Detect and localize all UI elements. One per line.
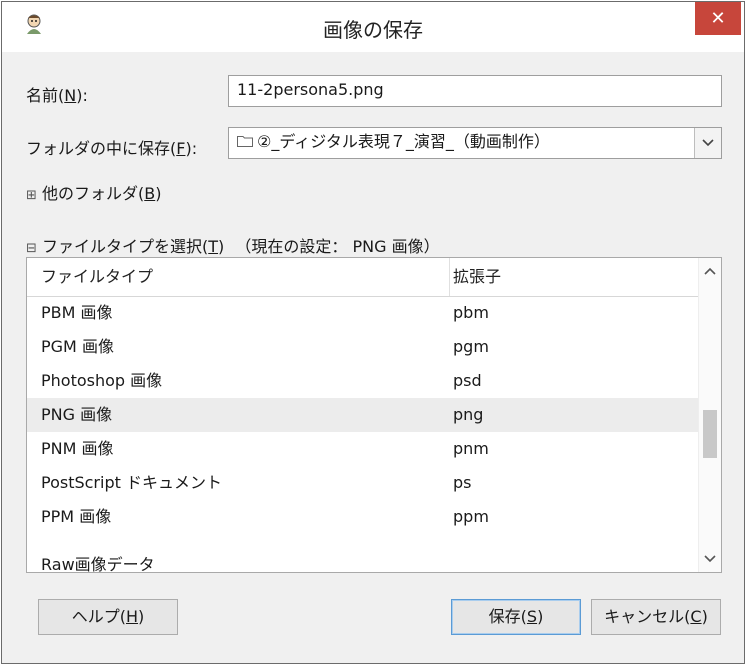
- column-divider: [449, 258, 450, 296]
- save-folder-value: ②_ディジタル表現７_演習_（動画制作）: [257, 132, 550, 151]
- collapse-icon: ⊟: [26, 241, 37, 256]
- file-type-list[interactable]: ファイルタイプ 拡張子 PBM 画像 pbm PGM 画像 pgm Photosho…: [26, 257, 722, 573]
- help-button[interactable]: ヘルプ(H): [38, 599, 178, 635]
- save-image-dialog: 画像の保存 ✕ 名前(N): 11-2persona5.png フォルダの中に保…: [1, 1, 745, 664]
- list-item[interactable]: Photoshop 画像 psd: [27, 364, 699, 398]
- save-folder-label: フォルダの中に保存(F):: [26, 139, 198, 158]
- name-label: 名前(N):: [26, 86, 88, 105]
- list-item[interactable]: PostScript ドキュメント ps: [27, 466, 699, 500]
- column-header-extension[interactable]: 拡張子: [453, 258, 501, 296]
- list-item[interactable]: PGM 画像 pgm: [27, 330, 699, 364]
- column-header-file-type[interactable]: ファイルタイプ: [41, 258, 153, 296]
- cancel-button[interactable]: キャンセル(C): [591, 599, 721, 635]
- list-item[interactable]: PPM 画像 ppm: [27, 500, 699, 534]
- current-setting: （現在の設定： PNG 画像）: [235, 237, 440, 256]
- dialog-body: 名前(N): 11-2persona5.png フォルダの中に保存(F): ②_…: [2, 52, 744, 663]
- expand-icon: ⊞: [26, 188, 37, 203]
- file-type-expander[interactable]: ⊟ ファイルタイプを選択(T) （現在の設定： PNG 画像）: [26, 233, 440, 257]
- folder-icon: [237, 136, 253, 147]
- filename-input[interactable]: 11-2persona5.png: [228, 75, 722, 107]
- list-item[interactable]: PBM 画像 pbm: [27, 296, 699, 330]
- vertical-scrollbar[interactable]: [698, 258, 721, 572]
- scroll-down-icon[interactable]: [699, 548, 721, 570]
- list-header: ファイルタイプ 拡張子: [27, 258, 699, 297]
- list-item[interactable]: PNM 画像 pnm: [27, 432, 699, 466]
- dialog-title: 画像の保存: [323, 18, 423, 42]
- close-button[interactable]: ✕: [695, 2, 741, 35]
- list-item-selected[interactable]: PNG 画像 png: [27, 398, 699, 432]
- title-bar[interactable]: 画像の保存 ✕: [2, 2, 744, 52]
- close-icon: ✕: [710, 8, 726, 29]
- list-item[interactable]: Raw画像データ: [27, 548, 699, 572]
- chevron-down-icon[interactable]: [694, 128, 721, 158]
- save-button[interactable]: 保存(S): [451, 599, 581, 635]
- scrollbar-thumb[interactable]: [703, 410, 717, 458]
- other-folders-expander[interactable]: ⊞ 他のフォルダ(B): [26, 180, 161, 204]
- save-folder-select[interactable]: ②_ディジタル表現７_演習_（動画制作）: [228, 127, 722, 159]
- scroll-up-icon[interactable]: [699, 260, 721, 282]
